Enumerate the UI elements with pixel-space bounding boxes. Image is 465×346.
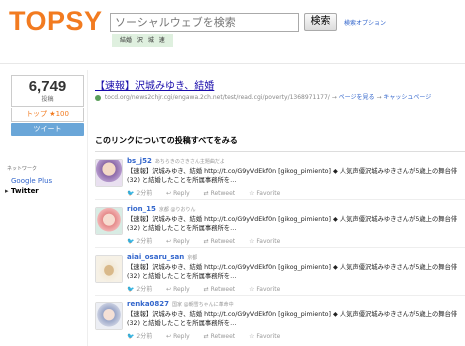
post-username[interactable]: bs_j52 あちらきのさきさん主題曲だよ bbox=[127, 157, 225, 165]
reply-button[interactable]: ↩ Reply bbox=[166, 238, 196, 245]
post-meta: 京都 bbox=[187, 255, 198, 261]
avatar[interactable] bbox=[95, 302, 123, 330]
column-divider bbox=[87, 70, 88, 346]
section-heading[interactable]: このリンクについての投稿すべてをみる bbox=[95, 135, 465, 146]
avatar[interactable] bbox=[95, 159, 123, 187]
post-text: 【速報】沢城みゆき、結婚 http://t.co/G9yVdEkf0n [gik… bbox=[127, 264, 458, 280]
search-button[interactable]: 検索 bbox=[304, 13, 337, 31]
post-text: 【速報】沢城みゆき、結婚 http://t.co/G9yVdEkf0n [gik… bbox=[127, 168, 458, 184]
post-actions: 🐦 2分前 ↩ Reply ⇄ Retweet ☆ Favorite bbox=[127, 284, 292, 293]
timestamp[interactable]: 🐦 2分前 bbox=[127, 190, 158, 197]
post-count-box: 6,749 投稿 bbox=[11, 75, 84, 107]
tweet-button[interactable]: ツイート bbox=[11, 123, 84, 136]
search-filter-terms[interactable]: 結婚 沢 城 速 bbox=[112, 34, 173, 47]
view-page-link[interactable]: ページを見る bbox=[339, 94, 375, 101]
favorite-button[interactable]: ☆ Favorite bbox=[249, 238, 286, 245]
timestamp[interactable]: 🐦 2分前 bbox=[127, 333, 158, 340]
post-actions: 🐦 2分前 ↩ Reply ⇄ Retweet ☆ Favorite bbox=[127, 236, 292, 245]
post-meta: 京都 @りおりん bbox=[158, 207, 196, 213]
post-item: aiai_osaru_san 京都 【速報】沢城みゆき、結婚 http://t.c… bbox=[95, 253, 465, 299]
reply-button[interactable]: ↩ Reply bbox=[166, 333, 196, 340]
article-headline[interactable]: 【速報】沢城みゆき、結婚 bbox=[95, 77, 214, 92]
post-text: 【速報】沢城みゆき、結婚 http://t.co/G9yVdEkf0n [gik… bbox=[127, 311, 458, 327]
active-bullet-icon: ▸ bbox=[5, 187, 9, 195]
post-text: 【速報】沢城みゆき、結婚 http://t.co/G9yVdEkf0n [gik… bbox=[127, 216, 458, 232]
section-divider bbox=[95, 151, 465, 152]
favorite-button[interactable]: ☆ Favorite bbox=[249, 286, 286, 293]
favorite-button[interactable]: ☆ Favorite bbox=[249, 190, 286, 197]
verified-icon bbox=[95, 94, 101, 101]
top-badge: トップ ★100 bbox=[11, 108, 84, 122]
search-options-link[interactable]: 検索オプション bbox=[344, 18, 386, 27]
retweet-button[interactable]: ⇄ Retweet bbox=[204, 238, 242, 245]
header: TOPSY 検索 検索オプション 結婚 沢 城 速 bbox=[0, 0, 465, 64]
sidebar-item-google-plus[interactable]: Google Plus bbox=[11, 177, 52, 185]
post-meta: あちらきのさきさん主題曲だよ bbox=[154, 159, 225, 165]
separator-icon: → bbox=[331, 94, 339, 101]
post-actions: 🐦 2分前 ↩ Reply ⇄ Retweet ☆ Favorite bbox=[127, 331, 292, 340]
post-actions: 🐦 2分前 ↩ Reply ⇄ Retweet ☆ Favorite bbox=[127, 188, 292, 197]
post-count: 6,749 bbox=[28, 78, 67, 95]
network-label: ネットワーク bbox=[7, 166, 38, 172]
topsy-logo[interactable]: TOPSY bbox=[9, 6, 103, 37]
retweet-button[interactable]: ⇄ Retweet bbox=[204, 333, 242, 340]
cache-page-link[interactable]: キャッシュページ bbox=[383, 94, 431, 101]
retweet-button[interactable]: ⇄ Retweet bbox=[204, 190, 242, 197]
post-item: rion_15 京都 @りおりん 【速報】沢城みゆき、結婚 http://t.co… bbox=[95, 205, 465, 251]
post-count-label: 投稿 bbox=[41, 96, 54, 103]
post-divider bbox=[95, 295, 465, 296]
search-input[interactable] bbox=[110, 13, 299, 32]
post-username[interactable]: aiai_osaru_san 京都 bbox=[127, 253, 197, 261]
timestamp[interactable]: 🐦 2分前 bbox=[127, 286, 158, 293]
retweet-button[interactable]: ⇄ Retweet bbox=[204, 286, 242, 293]
post-item: renka0827 国家 @朝雪ちゃんに革命中 【速報】沢城みゆき、結婚 http… bbox=[95, 300, 465, 346]
post-divider bbox=[95, 247, 465, 248]
article-url[interactable]: tocd.org/news2chjr.cgi/engawa.2ch.net/te… bbox=[105, 94, 330, 101]
post-username[interactable]: renka0827 国家 @朝雪ちゃんに革命中 bbox=[127, 300, 234, 308]
post-item: bs_j52 あちらきのさきさん主題曲だよ 【速報】沢城みゆき、結婚 http:/… bbox=[95, 157, 465, 203]
article-url-line: tocd.org/news2chjr.cgi/engawa.2ch.net/te… bbox=[95, 92, 431, 101]
sidebar-item-twitter[interactable]: Twitter bbox=[11, 187, 39, 195]
post-meta: 国家 @朝雪ちゃんに革命中 bbox=[172, 302, 234, 308]
reply-button[interactable]: ↩ Reply bbox=[166, 286, 196, 293]
avatar[interactable] bbox=[95, 207, 123, 235]
favorite-button[interactable]: ☆ Favorite bbox=[249, 333, 286, 340]
post-divider bbox=[95, 199, 465, 200]
header-divider bbox=[0, 63, 465, 64]
timestamp[interactable]: 🐦 2分前 bbox=[127, 238, 158, 245]
avatar[interactable] bbox=[95, 255, 123, 283]
reply-button[interactable]: ↩ Reply bbox=[166, 190, 196, 197]
post-username[interactable]: rion_15 京都 @りおりん bbox=[127, 205, 195, 213]
